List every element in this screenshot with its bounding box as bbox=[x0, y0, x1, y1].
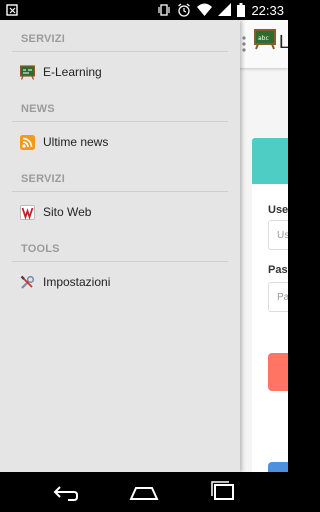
username-input[interactable]: Us bbox=[268, 220, 288, 250]
website-icon bbox=[20, 205, 35, 220]
username-label: Use bbox=[268, 204, 288, 216]
overflow-menu-icon[interactable] bbox=[242, 34, 246, 54]
status-time: 22:33 bbox=[251, 2, 284, 18]
drawer-item-impostazioni[interactable]: Impostazioni bbox=[0, 263, 240, 303]
divider bbox=[12, 121, 228, 122]
app-logo-icon: abc bbox=[254, 29, 276, 50]
divider bbox=[12, 191, 228, 192]
home-icon[interactable] bbox=[129, 480, 159, 504]
divider bbox=[12, 51, 228, 52]
back-icon[interactable] bbox=[50, 480, 80, 504]
battery-icon bbox=[237, 3, 246, 17]
navigation-drawer: SERVIZI E-Learning NEWS Ultime news SERV… bbox=[0, 20, 240, 472]
rss-icon bbox=[20, 135, 35, 150]
password-label: Pass bbox=[268, 264, 288, 276]
app-title: Le bbox=[279, 32, 288, 52]
login-button[interactable] bbox=[268, 353, 288, 391]
section-header-servizi: SERVIZI bbox=[21, 33, 65, 45]
drawer-item-label: Impostazioni bbox=[43, 275, 111, 289]
signal-icon bbox=[218, 3, 232, 16]
status-bar: 22:33 bbox=[0, 0, 288, 20]
wifi-icon bbox=[197, 3, 213, 16]
drawer-item-label: Sito Web bbox=[43, 205, 92, 219]
password-input[interactable]: Pa bbox=[268, 282, 288, 312]
secondary-button[interactable] bbox=[268, 462, 288, 472]
recents-icon[interactable] bbox=[208, 480, 238, 504]
chalkboard-icon bbox=[20, 65, 35, 80]
drawer-item-ultime-news[interactable]: Ultime news bbox=[0, 123, 240, 163]
section-header-news: NEWS bbox=[21, 103, 55, 115]
tools-icon bbox=[20, 275, 35, 289]
section-header-tools: TOOLS bbox=[21, 243, 60, 255]
system-nav-bar bbox=[0, 472, 288, 512]
notification-icon bbox=[6, 4, 18, 16]
drawer-item-label: E-Learning bbox=[43, 65, 102, 79]
section-header-servizi-2: SERVIZI bbox=[21, 173, 65, 185]
divider bbox=[12, 261, 228, 262]
alarm-icon bbox=[178, 3, 191, 17]
svg-text:abc: abc bbox=[258, 35, 269, 42]
drawer-item-sito-web[interactable]: Sito Web bbox=[0, 193, 240, 233]
vibrate-icon bbox=[158, 4, 171, 16]
drawer-item-label: Ultime news bbox=[43, 135, 109, 149]
login-header-card bbox=[252, 138, 288, 184]
drawer-item-e-learning[interactable]: E-Learning bbox=[0, 53, 240, 93]
